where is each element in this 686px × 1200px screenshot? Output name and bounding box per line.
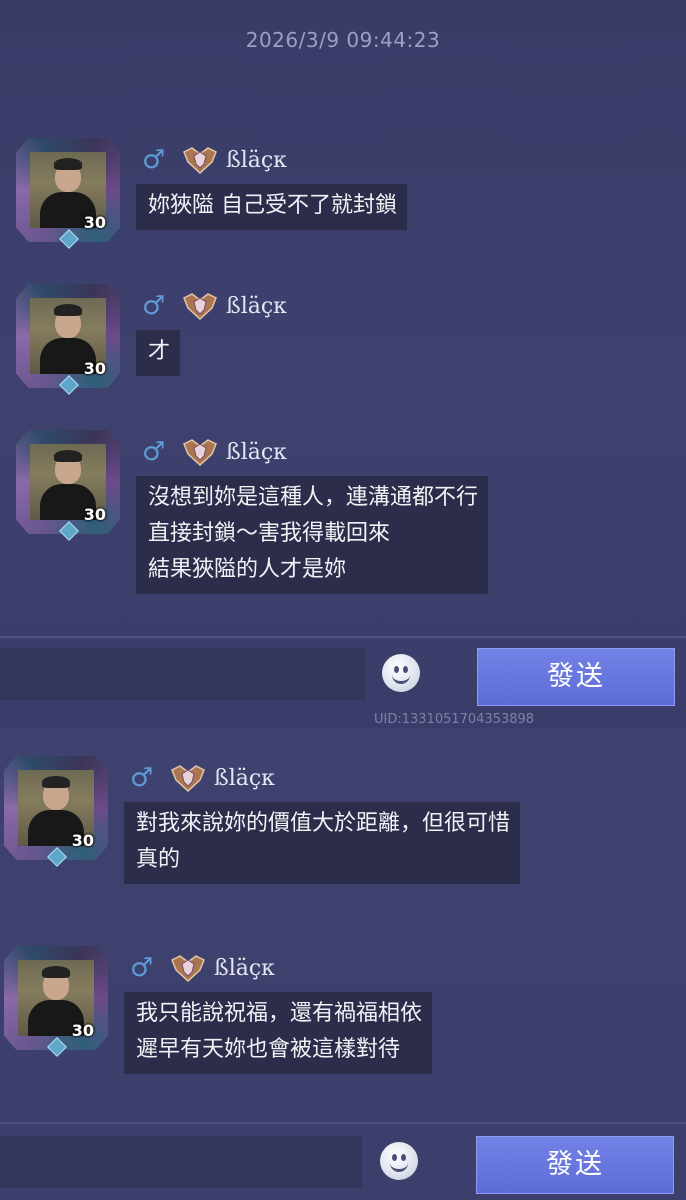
level-badge: 30 xyxy=(83,213,106,232)
message-bubble: 沒想到妳是這種人，連溝通都不行 直接封鎖～害我得載回來 結果狹隘的人才是妳 xyxy=(136,476,489,594)
sender-row: ♂ ßläçκ xyxy=(142,144,287,176)
chat-panel-top: 2026/3/9 09:44:23 30 ♂ ßläçκ 妳狹隘 自己受不了就封… xyxy=(0,0,686,728)
sender-name[interactable]: ßläçκ xyxy=(214,766,275,791)
message-bubble: 對我來說妳的價值大於距離，但很可惜 真的 xyxy=(124,802,521,884)
male-icon: ♂ xyxy=(130,763,154,793)
rank-badge-icon xyxy=(183,439,217,466)
sender-row: ♂ ßläçκ xyxy=(130,762,275,794)
rank-badge-icon xyxy=(171,765,205,792)
male-icon: ♂ xyxy=(142,437,166,467)
input-bar-bottom: 發送 xyxy=(0,1128,686,1194)
input-bar-top: 發送 xyxy=(0,640,686,706)
message-4: 30 ♂ ßläçκ 對我來說妳的價值大於距離，但很可惜 真的 xyxy=(4,756,644,896)
male-icon: ♂ xyxy=(142,145,166,175)
male-icon: ♂ xyxy=(130,953,154,983)
level-badge: 30 xyxy=(83,359,106,378)
rank-badge-icon xyxy=(183,293,217,320)
avatar[interactable]: 30 xyxy=(16,284,120,395)
level-badge: 30 xyxy=(71,831,94,850)
chat-input[interactable] xyxy=(0,1136,362,1188)
avatar[interactable]: 30 xyxy=(16,138,120,249)
message-bubble: 妳狹隘 自己受不了就封鎖 xyxy=(136,184,407,230)
sender-row: ♂ ßläçκ xyxy=(142,290,287,322)
chat-panel-bottom: 30 ♂ ßläçκ 對我來說妳的價值大於距離，但很可惜 真的 30 ♂ ßlä… xyxy=(0,728,686,1200)
message-bubble: 才 xyxy=(136,330,181,376)
message-5: 30 ♂ ßläçκ 我只能說祝福，還有禍福相依 遲早有天妳也會被這樣對待 xyxy=(4,946,644,1086)
divider xyxy=(0,636,686,638)
avatar[interactable]: 30 xyxy=(16,430,120,541)
level-badge: 30 xyxy=(71,1021,94,1040)
level-badge: 30 xyxy=(83,505,106,524)
sender-name[interactable]: ßläçκ xyxy=(226,148,287,173)
rank-badge-icon xyxy=(183,147,217,174)
sender-name[interactable]: ßläçκ xyxy=(214,956,275,981)
avatar[interactable]: 30 xyxy=(4,946,108,1057)
sender-name[interactable]: ßläçκ xyxy=(226,440,287,465)
send-button[interactable]: 發送 xyxy=(476,1136,674,1194)
timestamp: 2026/3/9 09:44:23 xyxy=(245,28,441,52)
sender-row: ♂ ßläçκ xyxy=(130,952,275,984)
avatar[interactable]: 30 xyxy=(4,756,108,867)
message-3: 30 ♂ ßläçκ 沒想到妳是這種人，連溝通都不行 直接封鎖～害我得載回來 結… xyxy=(16,430,656,610)
message-2: 30 ♂ ßläçκ 才 xyxy=(16,284,656,395)
uid-label: UID:1331051704353898 xyxy=(374,712,535,727)
message-1: 30 ♂ ßläçκ 妳狹隘 自己受不了就封鎖 xyxy=(16,138,656,249)
divider xyxy=(0,1122,686,1124)
chat-input[interactable] xyxy=(0,648,366,700)
sender-name[interactable]: ßläçκ xyxy=(226,294,287,319)
male-icon: ♂ xyxy=(142,291,166,321)
rank-badge-icon xyxy=(171,955,205,982)
emoji-icon[interactable] xyxy=(380,1142,418,1180)
emoji-icon[interactable] xyxy=(382,654,420,692)
sender-row: ♂ ßläçκ xyxy=(142,436,287,468)
message-bubble: 我只能說祝福，還有禍福相依 遲早有天妳也會被這樣對待 xyxy=(124,992,433,1074)
send-button[interactable]: 發送 xyxy=(477,648,675,706)
